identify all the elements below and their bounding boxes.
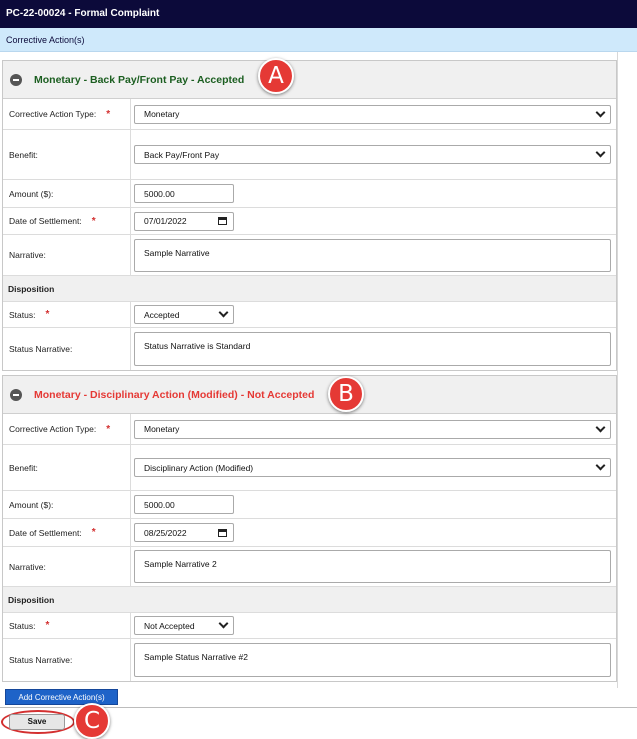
status-narrative-textarea[interactable]: Status Narrative is Standard [134,332,611,366]
field-label: Benefit: [9,149,38,160]
required-marker: * [45,309,50,320]
disposition-heading: Disposition [3,276,616,302]
window-title: PC-22-00024 - Formal Complaint [0,0,637,28]
calendar-icon[interactable] [218,217,227,225]
form-row-corrective-action-type: Corrective Action Type: * Monetary [3,414,616,445]
form-row-amount: Amount ($): 5000.00 [3,491,616,519]
callout-badge-c: C [74,703,110,739]
field-label: Benefit: [9,462,38,473]
required-marker: * [91,215,96,227]
form-row-corrective-action-type: Corrective Action Type: * Monetary [3,99,616,130]
field-label: Status: [9,309,36,320]
chevron-down-icon [595,107,606,117]
field-label: Status Narrative: [9,655,73,665]
field-label: Date of Settlement: [9,527,82,538]
form-row-status: Status: * Not Accepted [3,613,616,639]
field-label: Status: [9,620,36,631]
field-label: Narrative: [9,561,46,572]
callout-badge-b: B [328,376,364,412]
status-narrative-textarea[interactable]: Sample Status Narrative #2 [134,643,611,677]
disposition-heading: Disposition [3,587,616,613]
status-select[interactable]: Not Accepted [134,616,234,635]
panel-header[interactable]: Monetary - Back Pay/Front Pay - Accepted [3,61,616,99]
collapse-icon[interactable] [10,73,22,86]
required-marker: * [45,620,50,631]
benefit-select[interactable]: Back Pay/Front Pay [134,145,611,164]
status-select[interactable]: Accepted [134,305,234,324]
panel-title: Monetary - Disciplinary Action (Modified… [34,388,315,401]
calendar-icon[interactable] [218,528,227,537]
date-of-settlement-input[interactable]: 07/01/2022 [134,211,234,231]
required-marker: * [106,108,111,120]
collapse-icon[interactable] [10,388,22,401]
narrative-textarea[interactable]: Sample Narrative 2 [134,550,611,583]
amount-input[interactable]: 5000.00 [134,495,234,514]
field-label: Date of Settlement: [9,216,82,226]
form-row-status-narrative: Status Narrative: Status Narrative is St… [3,328,616,370]
form-row-benefit: Benefit: Disciplinary Action (Modified) [3,445,616,491]
save-button[interactable]: Save [9,714,65,730]
form-row-status: Status: * Accepted [3,302,616,328]
form-row-status-narrative: Status Narrative: Sample Status Narrativ… [3,639,616,681]
form-row-benefit: Benefit: Back Pay/Front Pay [3,130,616,180]
corrective-action-panel-2: Monetary - Disciplinary Action (Modified… [2,375,617,682]
panel-title: Monetary - Back Pay/Front Pay - Accepted [34,73,245,86]
field-label: Amount ($): [9,188,54,199]
callout-badge-a: A [258,58,294,94]
chevron-down-icon [218,307,229,318]
corrective-action-type-select[interactable]: Monetary [134,419,611,439]
narrative-textarea[interactable]: Sample Narrative [134,238,611,272]
required-marker: * [106,423,111,435]
field-label: Corrective Action Type: [9,424,97,434]
add-corrective-action-button[interactable]: Add Corrective Action(s) [5,689,118,705]
vertical-scrollbar[interactable] [617,52,634,688]
chevron-down-icon [595,460,606,471]
corrective-action-panel-1: Monetary - Back Pay/Front Pay - Accepted… [2,60,617,371]
date-of-settlement-input[interactable]: 08/25/2022 [134,523,234,542]
form-row-narrative: Narrative: Sample Narrative 2 [3,547,616,587]
form-row-narrative: Narrative: Sample Narrative [3,235,616,276]
field-label: Narrative: [9,250,46,260]
chevron-down-icon [595,422,606,432]
corrective-action-type-select[interactable]: Monetary [134,104,611,124]
field-label: Corrective Action Type: [9,109,97,119]
panel-header[interactable]: Monetary - Disciplinary Action (Modified… [3,376,616,414]
chevron-down-icon [218,618,229,629]
form-row-date-of-settlement: Date of Settlement: * 08/25/2022 [3,519,616,547]
form-row-amount: Amount ($): 5000.00 [3,180,616,208]
field-label: Amount ($): [9,499,54,510]
benefit-select[interactable]: Disciplinary Action (Modified) [134,458,611,477]
section-title: Corrective Action(s) [0,28,637,52]
field-label: Status Narrative: [9,344,73,354]
amount-input[interactable]: 5000.00 [134,184,234,203]
required-marker: * [91,527,96,538]
chevron-down-icon [595,147,606,158]
form-row-date-of-settlement: Date of Settlement: * 07/01/2022 [3,208,616,235]
